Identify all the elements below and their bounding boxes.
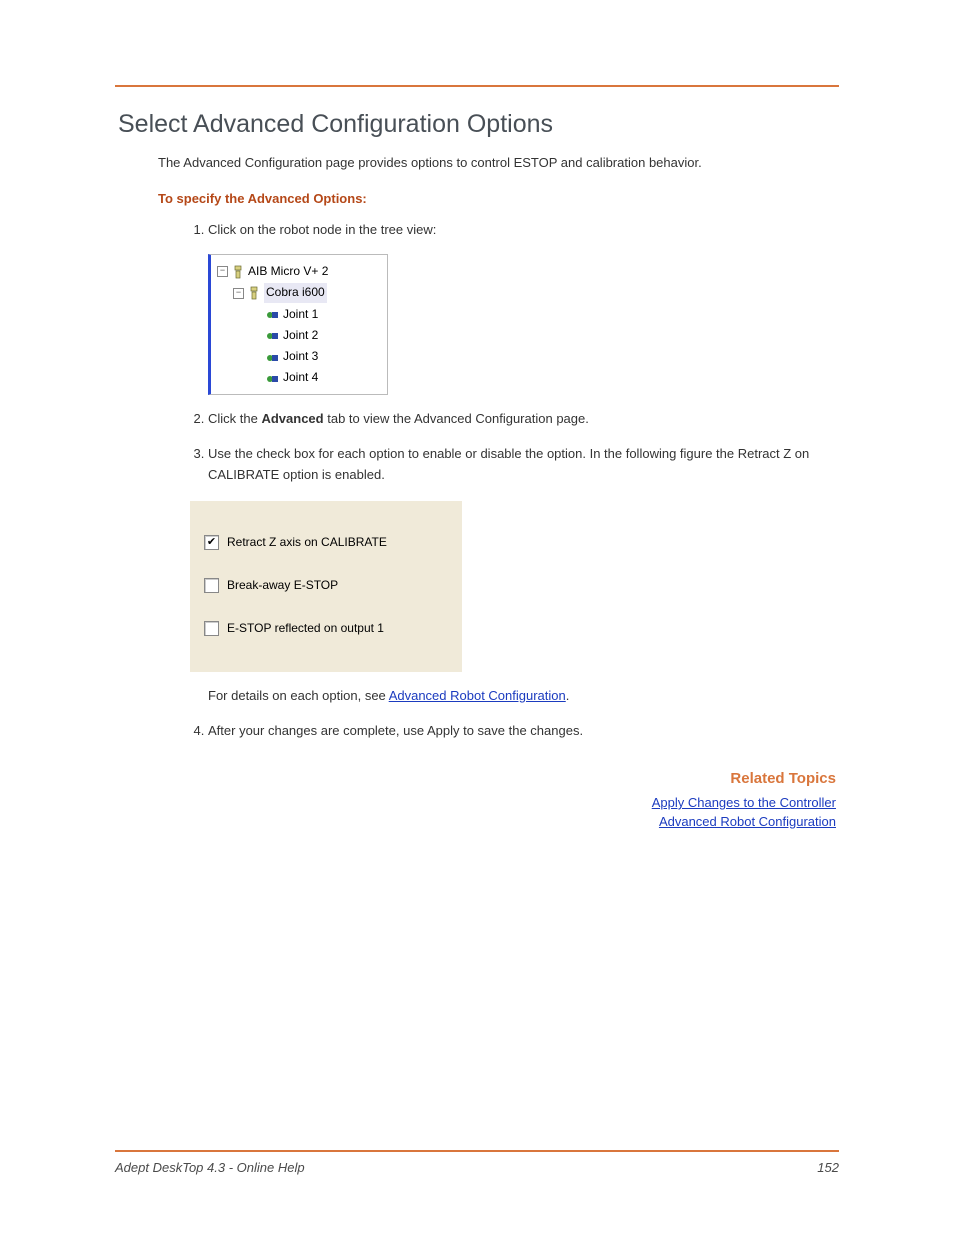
step-4-text: After your changes are complete, use App…: [208, 723, 583, 738]
checkbox-unchecked-icon: [204, 621, 219, 636]
step-1-text: Click on the robot node in the tree view…: [208, 222, 436, 237]
step-3: Use the check box for each option to ena…: [208, 444, 826, 707]
joint-icon: [265, 372, 279, 384]
step-4: After your changes are complete, use App…: [208, 721, 826, 742]
robot-icon: [248, 286, 260, 300]
footer-product: Adept DeskTop 4.3 - Online Help: [115, 1160, 305, 1175]
step-1: Click on the robot node in the tree view…: [208, 220, 826, 396]
step-2-bold: Advanced: [261, 411, 323, 426]
procedure-heading: To specify the Advanced Options:: [158, 191, 836, 206]
tree-node-joint: Joint 3: [215, 346, 383, 367]
tree-joint-label: Joint 2: [283, 326, 318, 345]
tree-node-joint: Joint 2: [215, 325, 383, 346]
tree-node-joint: Joint 4: [215, 367, 383, 388]
option-label: E-STOP reflected on output 1: [227, 619, 384, 638]
checkbox-checked-icon: ✔: [204, 535, 219, 550]
procedure-list: Click on the robot node in the tree view…: [178, 220, 836, 742]
related-link-advanced-config[interactable]: Advanced Robot Configuration: [659, 814, 836, 829]
page-title: Select Advanced Configuration Options: [118, 110, 836, 139]
tree-joint-label: Joint 4: [283, 368, 318, 387]
tree-node-joint: Joint 1: [215, 304, 383, 325]
help-page: Select Advanced Configuration Options Th…: [0, 0, 954, 1235]
step-2: Click the Advanced tab to view the Advan…: [208, 409, 826, 430]
step-3-after-pre: For details on each option, see: [208, 688, 389, 703]
footer-page-number: 152: [817, 1160, 839, 1175]
option-row: ✔ Retract Z axis on CALIBRATE: [204, 533, 452, 552]
related-link-apply-changes[interactable]: Apply Changes to the Controller: [652, 795, 836, 810]
header-divider: [115, 85, 839, 87]
option-label: Break-away E-STOP: [227, 576, 338, 595]
robot-icon: [232, 265, 244, 279]
step-2-post: tab to view the Advanced Configuration p…: [324, 411, 589, 426]
tree-collapse-icon: −: [233, 288, 244, 299]
page-footer: Adept DeskTop 4.3 - Online Help 152: [115, 1150, 839, 1175]
tree-joint-label: Joint 1: [283, 305, 318, 324]
tree-node-root: − AIB Micro V+ 2: [215, 261, 383, 282]
checkbox-unchecked-icon: [204, 578, 219, 593]
tree-node-child: − Cobra i600: [215, 282, 383, 303]
content-region: Select Advanced Configuration Options Th…: [118, 110, 836, 833]
options-panel-screenshot: ✔ Retract Z axis on CALIBRATE Break-away…: [190, 500, 462, 673]
option-label: Retract Z axis on CALIBRATE: [227, 533, 387, 552]
tree-joint-label: Joint 3: [283, 347, 318, 366]
tree-root-label: AIB Micro V+ 2: [248, 262, 328, 281]
step-3-details: For details on each option, see Advanced…: [208, 686, 826, 707]
related-topics-heading: Related Topics: [118, 770, 836, 787]
advanced-robot-config-link[interactable]: Advanced Robot Configuration: [389, 688, 566, 703]
option-row: Break-away E-STOP: [204, 576, 452, 595]
joint-icon: [265, 329, 279, 341]
intro-paragraph: The Advanced Configuration page provides…: [158, 153, 836, 173]
tree-child-label: Cobra i600: [264, 283, 327, 302]
joint-icon: [265, 308, 279, 320]
tree-collapse-icon: −: [217, 266, 228, 277]
tree-view-screenshot: − AIB Micro V+ 2 − Cobra i600: [208, 254, 388, 395]
joint-icon: [265, 351, 279, 363]
option-row: E-STOP reflected on output 1: [204, 619, 452, 638]
related-topics: Related Topics Apply Changes to the Cont…: [118, 770, 836, 833]
step-2-pre: Click the: [208, 411, 261, 426]
step-3-after-post: .: [566, 688, 570, 703]
step-3-text: Use the check box for each option to ena…: [208, 446, 809, 482]
